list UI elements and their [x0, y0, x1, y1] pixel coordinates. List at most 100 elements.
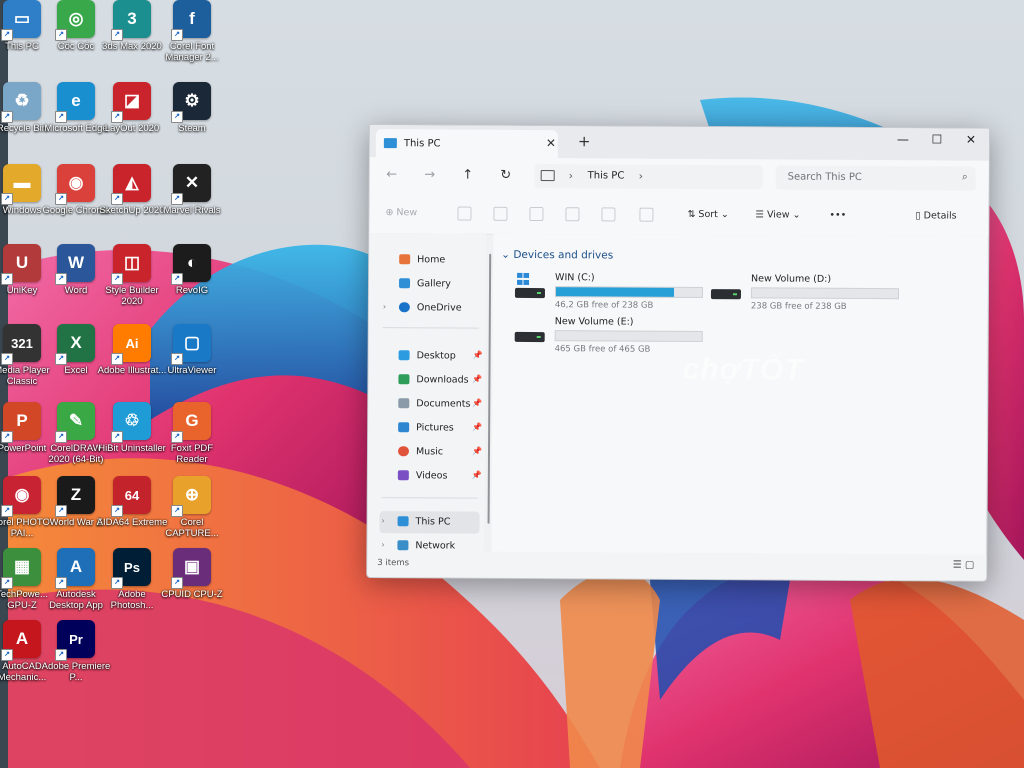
sidebar-item-gallery[interactable]: Gallery [369, 273, 479, 296]
sidebar-item-onedrive[interactable]: › OneDrive [369, 297, 479, 320]
view-toggle[interactable]: ☰ ▢ [953, 560, 975, 571]
view-button[interactable]: ☰ View ⌄ [755, 209, 800, 220]
drive-c[interactable]: WIN (C:) 46,2 GB free of 238 GB [511, 272, 704, 313]
sidebar-item-music[interactable]: Music 📌 [368, 441, 482, 464]
desktop-icon [398, 350, 410, 361]
sidebar-label: Home [417, 254, 446, 266]
chevron-right-icon[interactable]: › [382, 516, 385, 525]
drive-d[interactable]: New Volume (D:) 238 GB free of 238 GB [707, 273, 900, 314]
drive-free-space: 238 GB free of 238 GB [750, 301, 847, 312]
paste-icon[interactable] [529, 206, 544, 222]
desktop-icons: ▭ ↗ This PC ◎ ↗ Cốc Cốc 3 ↗ 3ds Max 2020 f ↗ Corel … [0, 0, 240, 768]
desktop-icon-item[interactable]: ✕ ↗ Marvel Rivals [156, 164, 228, 216]
sidebar-item-pictures[interactable]: Pictures 📌 [368, 417, 482, 440]
minimize-button[interactable]: — [888, 132, 918, 146]
desktop-icon-item[interactable]: ▢ ↗ UltraViewer [156, 324, 228, 376]
address-bar[interactable]: › This PC › [534, 164, 763, 190]
new-label: New [396, 207, 418, 219]
forward-arrow-icon[interactable]: → [420, 167, 440, 182]
details-button[interactable]: ▯ Details [915, 210, 956, 221]
sidebar-divider [382, 327, 479, 329]
app-icon: ⊕ ↗ [171, 476, 211, 517]
file-explorer-window[interactable]: This PC ✕ + — ☐ ✕ ← → ↑ ↻ › This PC › Se… [366, 124, 990, 582]
desktop-icon-item[interactable]: f ↗ Corel Font Manager 2... [156, 0, 228, 63]
cut-icon[interactable] [457, 206, 472, 221]
delete-icon[interactable] [639, 207, 654, 222]
desktop-icon-label: CPUID CPU-Z [161, 589, 223, 600]
back-arrow-icon[interactable]: ← [382, 167, 402, 182]
tab-close-icon[interactable]: ✕ [546, 136, 556, 150]
video-icon [397, 470, 409, 481]
shortcut-arrow-icon: ↗ [55, 273, 67, 285]
drive-name: New Volume (D:) [751, 273, 832, 285]
desktop-icon-item[interactable]: ⚙ ↗ Steam [156, 82, 228, 134]
pin-icon: 📌 [472, 374, 483, 384]
tiles-view-icon[interactable]: ▢ [965, 560, 975, 571]
tab-bar: This PC ✕ + — ☐ ✕ [369, 125, 989, 161]
shortcut-arrow-icon: ↗ [1, 193, 13, 205]
desktop-icon-label: RevoIG [175, 285, 209, 296]
app-icon: ◭ ↗ [111, 164, 151, 205]
desktop-icon-item[interactable]: ◐ ↗ RevoIG [156, 244, 228, 296]
copy-icon[interactable] [493, 206, 508, 221]
desktop-icon-item[interactable]: G ↗ Foxit PDF Reader [156, 402, 228, 465]
monitor-icon [383, 138, 397, 149]
sidebar-item-downloads[interactable]: Downloads 📌 [368, 369, 482, 392]
details-view-icon[interactable]: ☰ [953, 560, 962, 571]
sidebar-item-videos[interactable]: Videos 📌 [368, 465, 482, 488]
close-button[interactable]: ✕ [956, 133, 986, 147]
share-icon[interactable] [601, 207, 616, 222]
app-icon: ▣ ↗ [171, 548, 211, 589]
chevron-right-icon[interactable]: › [383, 302, 386, 311]
network-icon [397, 540, 409, 551]
chevron-right-icon[interactable]: › [381, 540, 384, 549]
drive-free-space: 465 GB free of 465 GB [554, 344, 651, 355]
shortcut-arrow-icon: ↗ [1, 431, 13, 443]
shortcut-arrow-icon: ↗ [111, 193, 123, 205]
app-icon: ▦ ↗ [1, 548, 41, 589]
desktop-icon-label: Adobe Premiere P... [41, 661, 111, 683]
sidebar-item-desktop[interactable]: Desktop 📌 [369, 345, 483, 368]
shortcut-arrow-icon: ↗ [171, 505, 183, 517]
app-icon: ⚙ ↗ [171, 82, 211, 123]
desktop-icon-item[interactable]: Pr ↗ Adobe Premiere P... [40, 620, 112, 683]
command-bar: ⊕ New ⇅ Sort ⌄ ☰ View ⌄ ••• ▯ Details [369, 193, 989, 238]
search-input[interactable]: Search This PC ⌕ [775, 165, 976, 191]
app-icon: 64 ↗ [111, 476, 151, 517]
shortcut-arrow-icon: ↗ [111, 353, 123, 365]
sidebar-label: OneDrive [416, 302, 462, 314]
download-icon [398, 374, 410, 385]
sidebar-item-documents[interactable]: Documents 📌 [368, 393, 482, 416]
rename-icon[interactable] [565, 207, 580, 222]
more-options-button[interactable]: ••• [829, 210, 846, 221]
sidebar-item-home[interactable]: Home [369, 249, 479, 272]
refresh-icon[interactable]: ↻ [496, 168, 516, 183]
new-tab-button[interactable]: + [578, 132, 591, 150]
desktop-icon-item[interactable]: ⊕ ↗ Corel CAPTURE... [156, 476, 228, 539]
drive-usage-fill [555, 287, 674, 297]
breadcrumb[interactable]: This PC [588, 170, 625, 181]
group-header[interactable]: ⌄ Devices and drives [501, 249, 613, 262]
app-icon: A ↗ [1, 620, 41, 661]
pane-splitter[interactable] [487, 253, 492, 524]
app-icon: ◐ ↗ [171, 244, 211, 285]
sort-button[interactable]: ⇅ Sort ⌄ [687, 209, 729, 220]
app-icon: P ↗ [1, 402, 41, 443]
new-button[interactable]: ⊕ New [385, 207, 417, 218]
shortcut-arrow-icon: ↗ [111, 431, 123, 443]
desktop-icon-item[interactable]: ▣ ↗ CPUID CPU-Z [156, 548, 228, 600]
chevron-right-icon[interactable]: › [639, 170, 643, 183]
app-icon: ✕ ↗ [171, 164, 211, 205]
tab-this-pc[interactable]: This PC ✕ [375, 129, 558, 159]
maximize-button[interactable]: ☐ [922, 132, 952, 146]
chevron-right-icon: › [568, 169, 574, 183]
app-icon: ◉ ↗ [1, 476, 41, 517]
shortcut-arrow-icon: ↗ [1, 649, 13, 661]
drive-e[interactable]: New Volume (E:) 465 GB free of 465 GB [511, 316, 703, 357]
sidebar-label: Videos [415, 470, 448, 482]
up-arrow-icon[interactable]: ↑ [458, 168, 478, 183]
gallery-icon [398, 278, 411, 289]
sidebar-item-this-pc[interactable]: › This PC [379, 511, 480, 534]
item-count: 3 items [377, 558, 410, 569]
computer-icon [540, 170, 555, 182]
